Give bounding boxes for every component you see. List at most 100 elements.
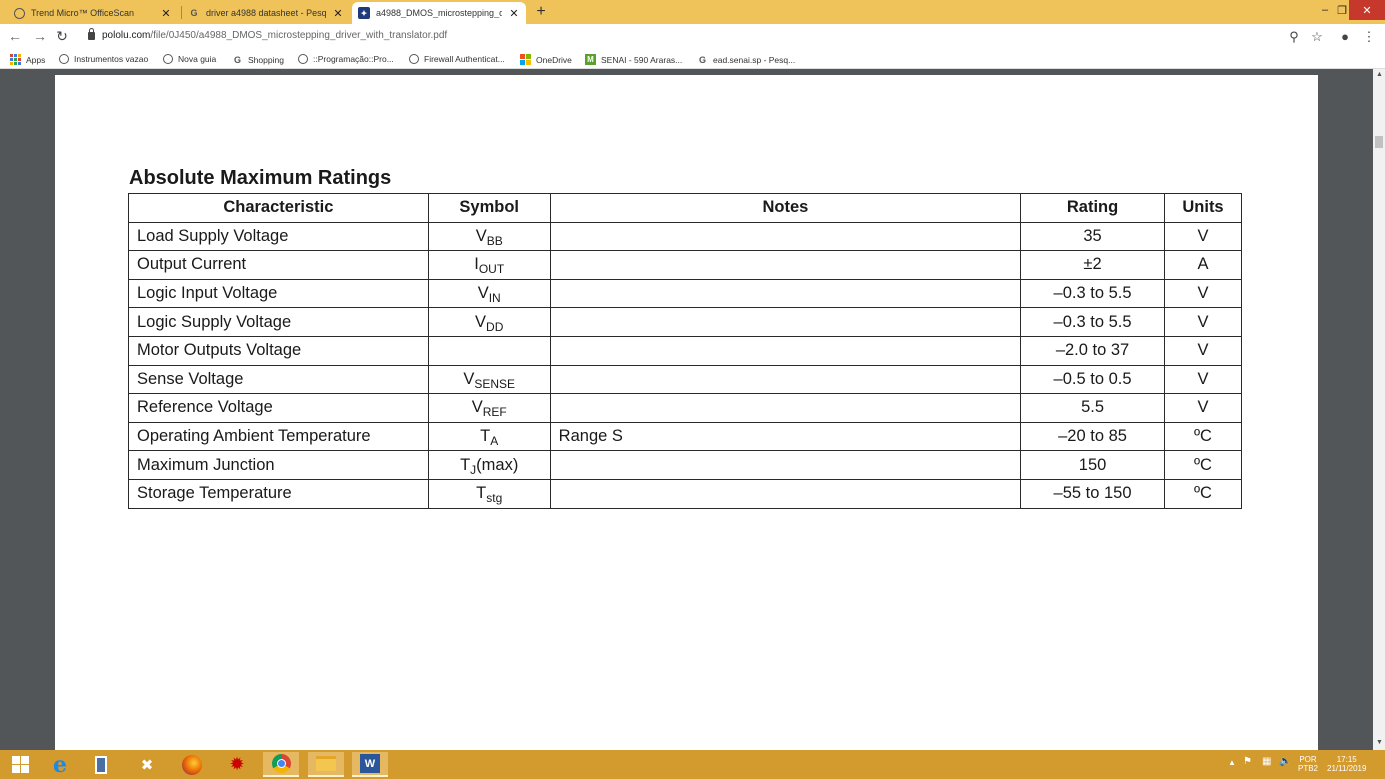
microsoft-icon	[520, 54, 531, 65]
lock-icon	[88, 28, 95, 40]
vertical-scrollbar[interactable]: ▲ ▼	[1373, 69, 1385, 750]
bookmark-instrumentos[interactable]: Instrumentos vazao	[59, 54, 148, 64]
back-icon[interactable]: ←	[6, 28, 24, 44]
symbol-cell: TJ(max)	[427, 450, 551, 480]
units-cell: V	[1163, 278, 1243, 309]
tab-google-search[interactable]: G driver a4988 datasheet - Pesquis ✕	[182, 2, 350, 24]
clock-time: 17:15	[1336, 755, 1357, 764]
bookmark-senai[interactable]: M SENAI - 590 Araras...	[585, 54, 682, 65]
units-cell: V	[1163, 393, 1243, 423]
rating-cell: ±2	[1020, 250, 1165, 280]
ratings-table: Characteristic Symbol Notes Rating Units…	[128, 193, 1243, 509]
globe-icon	[298, 54, 308, 64]
section-title: Absolute Maximum Ratings	[129, 167, 392, 189]
keyboard-layout: PTB2	[1298, 764, 1319, 773]
bookmarks-bar: Apps Instrumentos vazao Nova guia G Shop…	[0, 51, 1385, 69]
bookmark-label: OneDrive	[536, 54, 572, 65]
units-cell: ºC	[1163, 450, 1243, 480]
symbol-subscript: REF	[482, 405, 507, 420]
zoom-icon[interactable]: ⚲	[1286, 29, 1302, 45]
symbol-subscript: A	[490, 434, 499, 449]
tab-pdf-active[interactable]: ✦ a4988_DMOS_microstepping_dri ✕	[352, 2, 526, 24]
show-hidden-icons[interactable]: ▲	[1228, 758, 1236, 767]
symbol-base: V	[475, 226, 487, 245]
table-header-row: Characteristic Symbol Notes Rating Units	[128, 193, 1243, 223]
bookmark-label: Shopping	[248, 54, 284, 65]
menu-icon[interactable]: ⋮	[1361, 29, 1377, 45]
units-cell: V	[1163, 335, 1243, 366]
address-bar[interactable]: pololu.com/file/0J450/a4988_DMOS_microst…	[102, 30, 447, 41]
scroll-down-icon[interactable]: ▼	[1376, 739, 1383, 746]
profile-icon[interactable]: ●	[1337, 29, 1353, 44]
symbol-base: V	[471, 398, 483, 417]
close-window-button[interactable]: ✕	[1349, 0, 1385, 20]
symbol-base: V	[475, 312, 487, 331]
characteristic-cell: Reference Voltage	[128, 393, 429, 423]
reload-icon[interactable]: ↻	[53, 28, 71, 45]
rating-cell: 35	[1020, 221, 1165, 252]
symbol-cell: IOUT	[427, 250, 551, 280]
game-icon[interactable]: ✹	[219, 752, 255, 777]
forward-icon[interactable]: →	[31, 28, 49, 44]
scroll-up-icon[interactable]: ▲	[1376, 71, 1383, 78]
google-icon: G	[190, 8, 198, 18]
symbol-cell: TA	[427, 421, 551, 452]
tab-trend-micro[interactable]: Trend Micro™ OfficeScan ✕	[8, 2, 178, 24]
close-tab-icon[interactable]: ✕	[160, 7, 172, 20]
notes-cell	[549, 307, 1022, 337]
new-tab-button[interactable]: +	[532, 3, 550, 21]
scrollbar-thumb[interactable]	[1375, 136, 1383, 148]
archive-icon[interactable]	[83, 752, 119, 777]
bookmark-firewall[interactable]: Firewall Authenticat...	[409, 54, 505, 64]
notes-cell	[549, 364, 1022, 395]
column-header: Units	[1163, 193, 1243, 223]
firefox-icon[interactable]	[174, 752, 210, 777]
windows-start-icon[interactable]	[2, 752, 38, 777]
notes-cell	[549, 393, 1022, 423]
close-tab-icon[interactable]: ✕	[332, 7, 344, 20]
bookmark-label: ead.senai.sp - Pesq...	[713, 54, 796, 65]
word-icon[interactable]: W	[352, 752, 388, 777]
bookmark-apps[interactable]: Apps	[10, 54, 45, 65]
tab-label: Trend Micro™ OfficeScan	[31, 8, 135, 18]
flag-icon[interactable]: ⚑	[1243, 757, 1252, 767]
close-tab-icon[interactable]: ✕	[508, 7, 520, 20]
language-indicator[interactable]: POR PTB2	[1298, 755, 1318, 773]
bookmark-onedrive[interactable]: OneDrive	[520, 54, 572, 65]
pdf-page: Absolute Maximum Ratings Characteristic …	[55, 75, 1318, 756]
bookmark-nova-guia[interactable]: Nova guia	[163, 54, 216, 64]
url-path: /file/0J450/a4988_DMOS_microstepping_dri…	[150, 30, 448, 41]
clock[interactable]: 17:15 21/11/2019	[1327, 755, 1366, 773]
minimize-button[interactable]: –	[1316, 0, 1334, 20]
taskbar: e ✖ ✹ W ▲ ⚑ ▦ 🔈 POR PTB2 17:15 21/11/201…	[0, 750, 1385, 779]
network-icon[interactable]: ▦	[1262, 757, 1271, 767]
symbol-subscript: J	[470, 462, 477, 477]
characteristic-cell: Motor Outputs Voltage	[128, 335, 429, 366]
internet-explorer-icon[interactable]: e	[42, 752, 78, 778]
tools-icon[interactable]: ✖	[129, 752, 165, 777]
tab-label: a4988_DMOS_microstepping_dri	[376, 8, 502, 18]
symbol-base: T	[476, 484, 487, 503]
table-row: Load Supply Voltage VBB 35 V	[128, 221, 1243, 252]
symbol-cell: VIN	[427, 278, 551, 309]
bookmark-programacao[interactable]: ::Programação::Pro...	[298, 54, 394, 64]
table-row: Operating Ambient Temperature TA Range S –2…	[128, 421, 1243, 452]
symbol-subscript: stg	[486, 491, 503, 506]
file-explorer-icon[interactable]	[308, 752, 344, 777]
bookmark-shopping[interactable]: G Shopping	[232, 54, 284, 65]
symbol-cell: VREF	[427, 393, 551, 423]
star-icon[interactable]: ☆	[1309, 29, 1325, 45]
symbol-suffix: (max)	[476, 455, 519, 474]
characteristic-cell: Operating Ambient Temperature	[128, 421, 429, 452]
units-cell: V	[1163, 364, 1243, 395]
rating-cell: –0.5 to 0.5	[1020, 364, 1165, 395]
chrome-icon[interactable]	[263, 752, 299, 777]
column-header: Symbol	[427, 193, 551, 223]
rating-cell: –0.3 to 5.5	[1020, 307, 1165, 337]
tab-strip: Trend Micro™ OfficeScan ✕ G driver a4988…	[0, 0, 1385, 24]
clock-date: 21/11/2019	[1327, 764, 1367, 773]
bookmark-ead-senai[interactable]: G ead.senai.sp - Pesq...	[697, 54, 795, 65]
restore-button[interactable]: ❐	[1334, 0, 1350, 20]
symbol-base: V	[463, 369, 475, 388]
volume-icon[interactable]: 🔈	[1279, 757, 1291, 767]
